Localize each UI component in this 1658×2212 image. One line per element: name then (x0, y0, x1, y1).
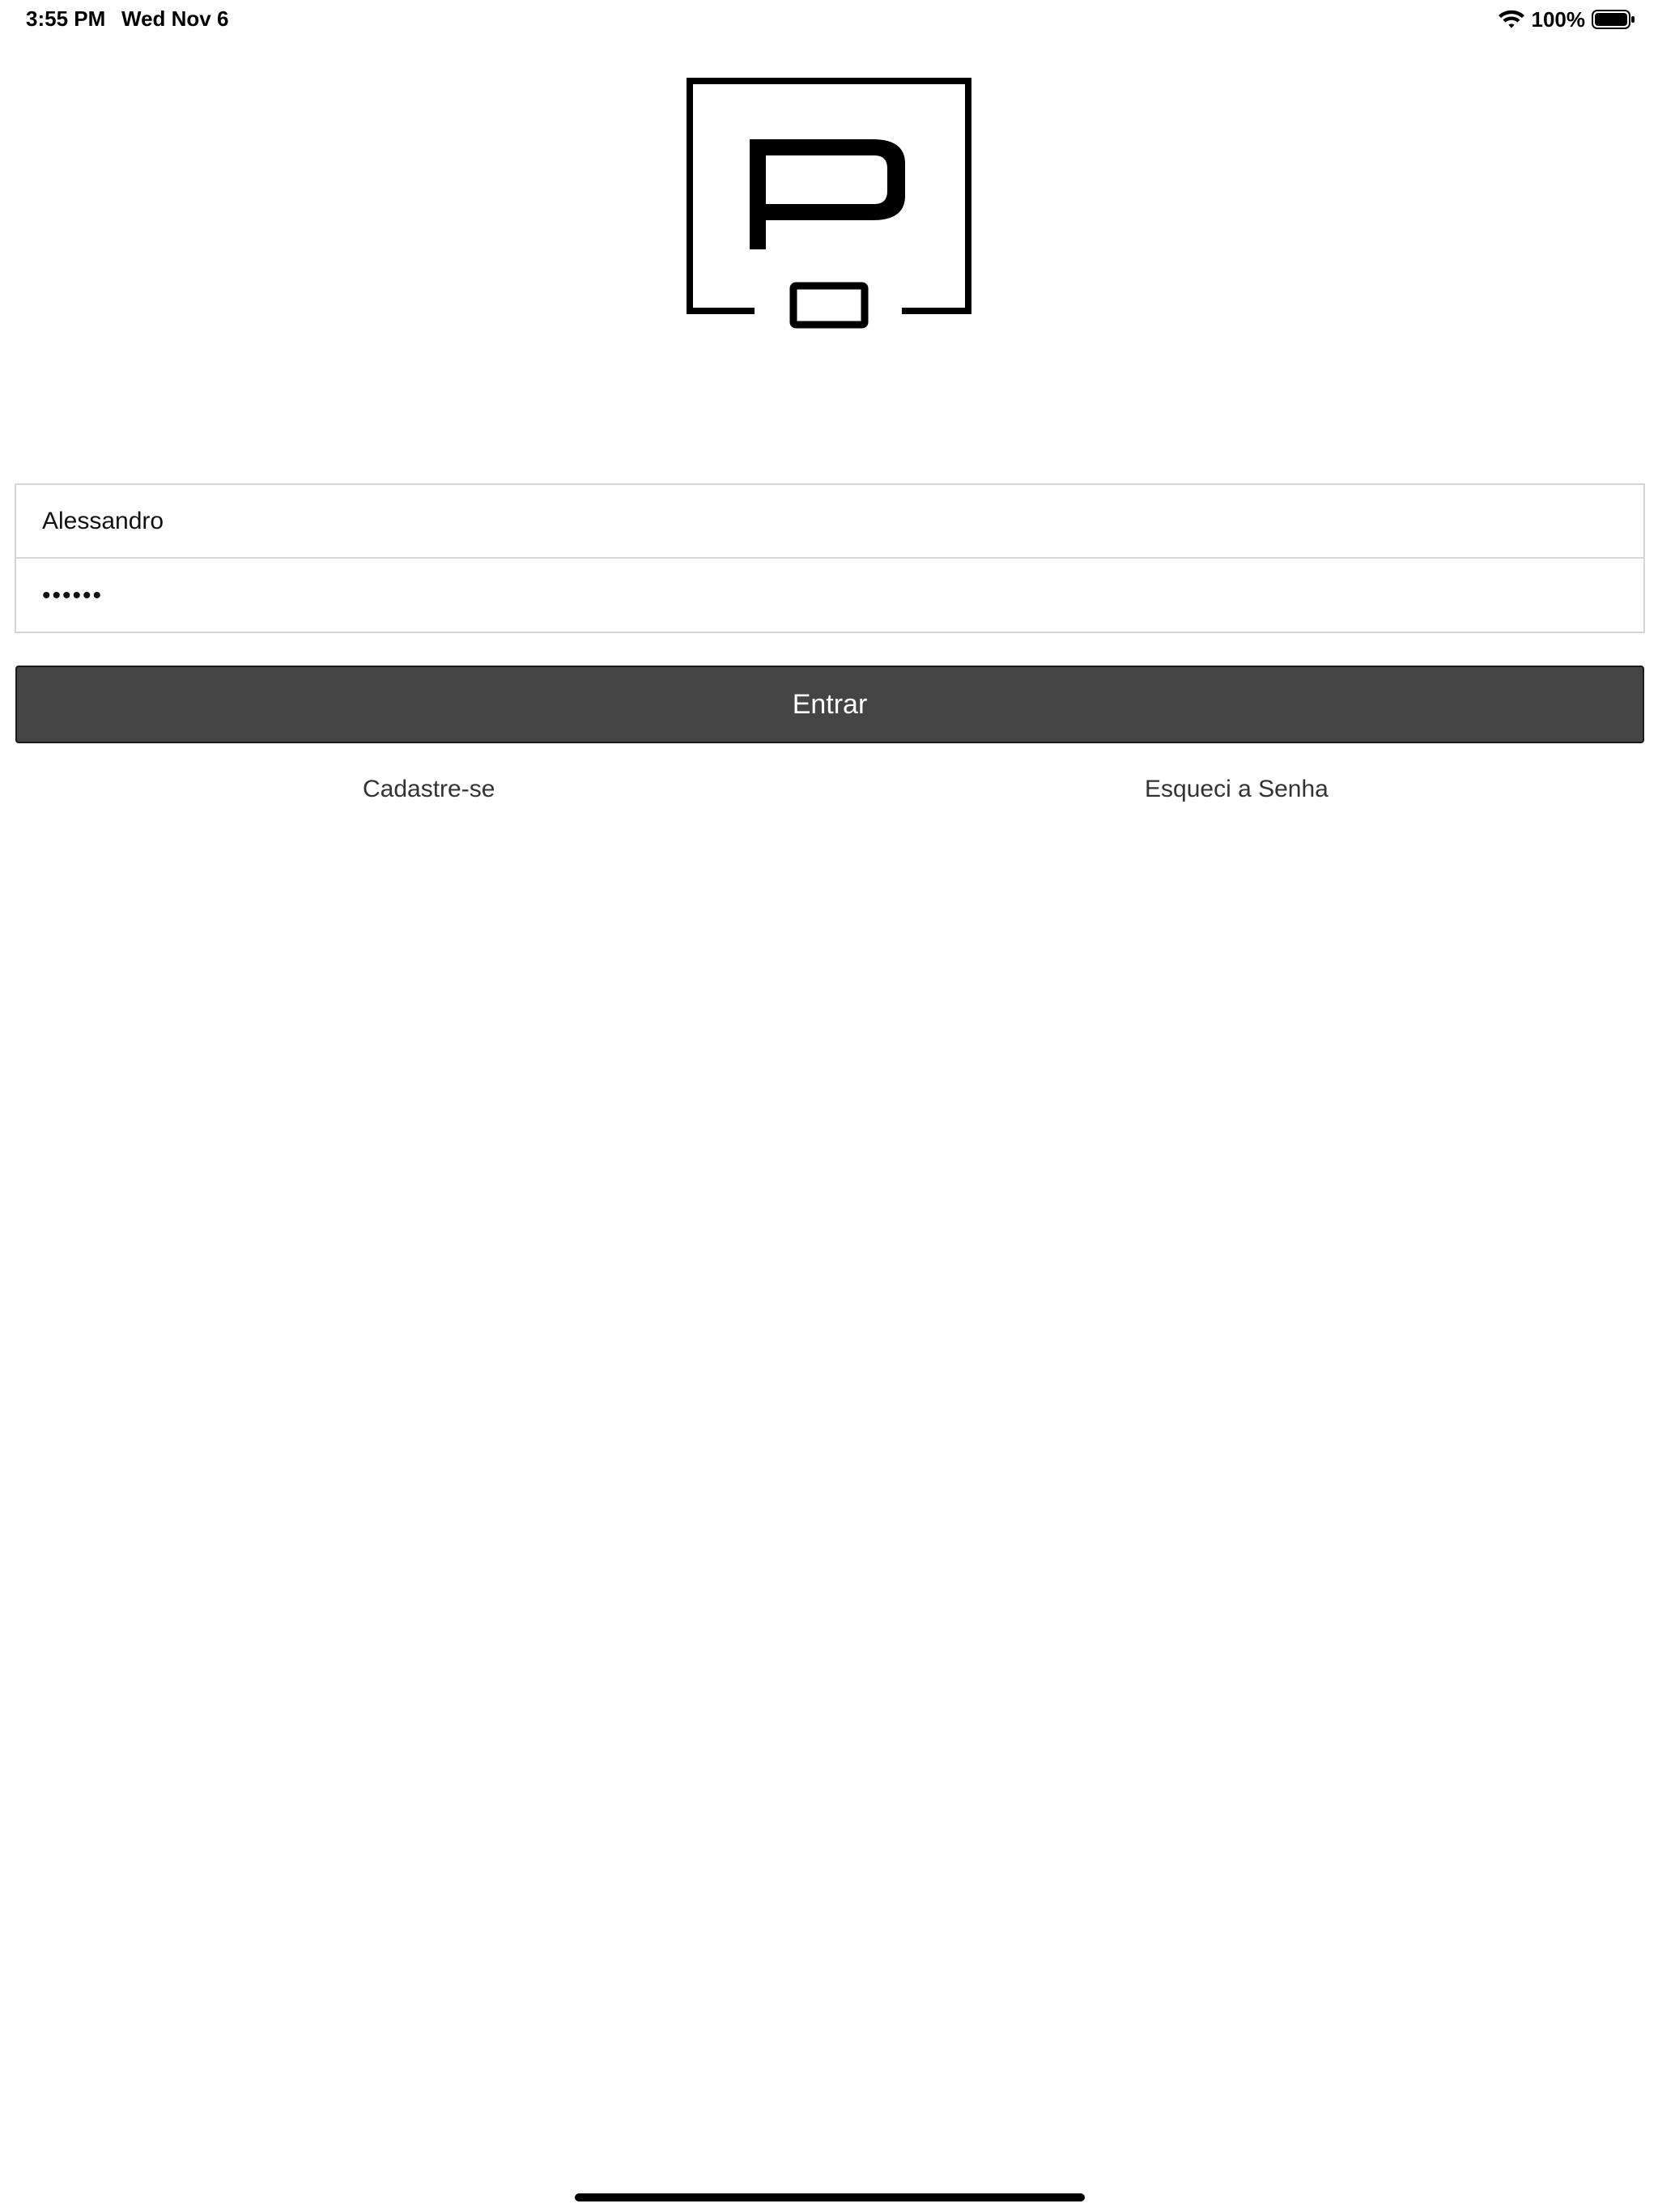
password-field[interactable]: •••••• (16, 559, 1643, 632)
status-time: 3:55 PM (26, 6, 106, 31)
wifi-icon (1498, 9, 1525, 30)
home-indicator (575, 2193, 1085, 2201)
login-button[interactable]: Entrar (15, 666, 1644, 743)
login-button-label: Entrar (792, 688, 868, 720)
brand-logo (687, 78, 971, 330)
username-field[interactable]: Alessandro (16, 485, 1643, 559)
battery-percent: 100% (1531, 6, 1586, 32)
battery-icon (1592, 9, 1635, 30)
password-value: •••••• (42, 581, 104, 609)
forgot-password-link[interactable]: Esqueci a Senha (1145, 776, 1329, 803)
status-bar: 3:55 PM Wed Nov 6 100% (0, 0, 1658, 39)
username-value: Alessandro (42, 507, 164, 534)
status-indicators: 100% (1498, 5, 1636, 34)
register-link[interactable]: Cadastre-se (363, 776, 495, 803)
p-logo-icon (687, 78, 971, 329)
login-form: Alessandro •••••• (15, 483, 1645, 633)
status-date: Wed Nov 6 (121, 6, 229, 31)
